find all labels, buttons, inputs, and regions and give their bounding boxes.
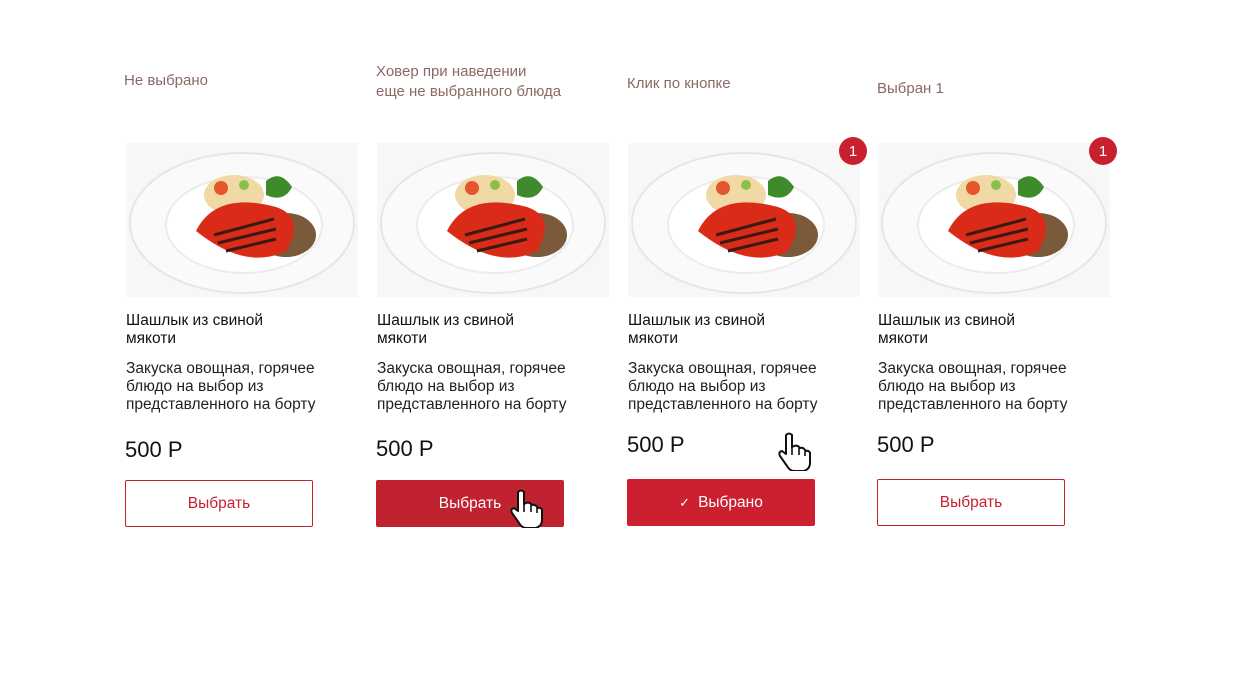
dish-description: Закуска овощная, горячее блюдо на выбор …	[126, 360, 316, 413]
dish-title: Шашлык из свиной мякоти	[377, 312, 515, 347]
state-label-click: Клик по кнопке	[627, 75, 731, 92]
hand-pointer-icon	[778, 432, 811, 471]
dish-title: Шашлык из свиной мякоти	[126, 312, 264, 347]
dish-title: Шашлык из свиной мякоти	[878, 312, 1016, 347]
dish-photo: 1	[878, 137, 1117, 297]
select-button-label: Выбрать	[939, 493, 1003, 511]
selected-button-label: Выбрано	[698, 493, 763, 511]
dish-plate-icon	[380, 152, 606, 294]
state-label-selected-one: Выбран 1	[877, 80, 944, 97]
selected-count-badge: 1	[1089, 137, 1117, 165]
select-button[interactable]: Выбрать	[877, 479, 1065, 526]
dish-card-4: 1 Шашлык из свиной мякоти Закуска овощна…	[878, 137, 1117, 414]
dish-price: 500 Р	[877, 432, 935, 457]
dish-description: Закуска овощная, горячее блюдо на выбор …	[628, 360, 818, 413]
select-button-label: Выбрать	[438, 494, 502, 512]
dish-price: 500 Р	[376, 436, 434, 461]
selected-count-badge: 1	[839, 137, 867, 165]
dish-description: Закуска овощная, горячее блюдо на выбор …	[878, 360, 1068, 413]
dish-plate-icon	[129, 152, 355, 294]
dish-description: Закуска овощная, горячее блюдо на выбор …	[377, 360, 567, 413]
hand-pointer-icon	[510, 489, 543, 528]
selected-button[interactable]: ✓ Выбрано	[627, 479, 815, 526]
dish-card-2: Шашлык из свиной мякоти Закуска овощная,…	[377, 143, 611, 414]
select-button[interactable]: Выбрать	[125, 480, 313, 527]
dish-plate-icon	[631, 152, 857, 294]
select-button-label: Выбрать	[187, 494, 251, 512]
dish-photo: 1	[628, 137, 867, 297]
dish-card-3: 1 Шашлык из свиной мякоти Закуска овощна…	[628, 137, 867, 414]
check-icon: ✓	[679, 495, 691, 510]
state-label-not-selected: Не выбрано	[124, 72, 208, 89]
dish-photo	[126, 143, 358, 297]
dish-title: Шашлык из свиной мякоти	[628, 312, 766, 347]
dish-photo	[377, 143, 609, 297]
dish-price: 500 Р	[125, 437, 183, 462]
state-label-hover: Ховер при наведении еще не выбранного бл…	[376, 63, 562, 100]
dish-price: 500 Р	[627, 432, 685, 457]
dish-card-1: Шашлык из свиной мякоти Закуска овощная,…	[126, 143, 360, 414]
dish-plate-icon	[881, 152, 1107, 294]
